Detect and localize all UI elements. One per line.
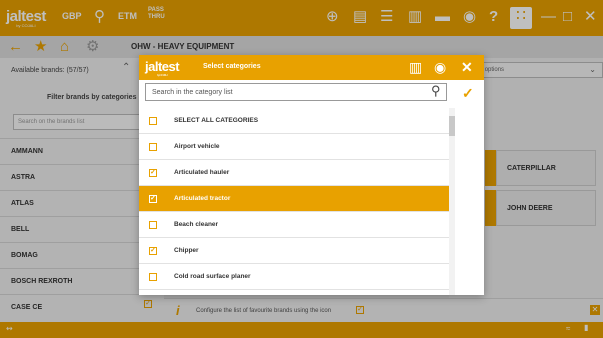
checkbox-icon[interactable] bbox=[149, 143, 157, 151]
checkbox-icon[interactable] bbox=[149, 117, 157, 125]
item-label: SELECT ALL CATEGORIES bbox=[174, 117, 259, 124]
scrollbar-thumb[interactable] bbox=[449, 116, 455, 136]
camera-icon[interactable]: ◉ bbox=[434, 58, 446, 76]
category-search-input[interactable]: Search in the category list bbox=[145, 83, 447, 101]
vci-icon[interactable]: ▥ bbox=[409, 58, 422, 76]
item-label: Cold road surface planer bbox=[174, 273, 251, 280]
item-label: Chipper bbox=[174, 247, 199, 254]
checkbox-checked-icon[interactable]: ✓ bbox=[149, 195, 157, 203]
item-label: Airport vehicle bbox=[174, 143, 220, 150]
confirm-check-icon[interactable]: ✓ bbox=[462, 85, 474, 102]
checkbox-checked-icon[interactable]: ✓ bbox=[149, 247, 157, 255]
category-item[interactable]: Cold road surface planer bbox=[139, 264, 449, 290]
dialog-title: Select categories bbox=[203, 63, 261, 70]
checkbox-icon[interactable] bbox=[149, 273, 157, 281]
dialog-header: jaltest by COJALI Select categories ▥ ◉ ✕ bbox=[139, 55, 484, 80]
select-all-item[interactable]: SELECT ALL CATEGORIES bbox=[139, 108, 449, 134]
category-item[interactable]: Airport vehicle bbox=[139, 134, 449, 160]
list-scrollbar[interactable] bbox=[449, 108, 455, 295]
category-item[interactable]: ✓ Articulated hauler bbox=[139, 160, 449, 186]
category-item[interactable]: ✓ Articulated tractor bbox=[139, 186, 449, 212]
checkbox-checked-icon[interactable]: ✓ bbox=[149, 169, 157, 177]
checkbox-icon[interactable] bbox=[149, 221, 157, 229]
select-categories-dialog: jaltest by COJALI Select categories ▥ ◉ ✕… bbox=[139, 55, 484, 295]
item-label: Articulated tractor bbox=[174, 195, 231, 202]
close-dialog-icon[interactable]: ✕ bbox=[461, 58, 473, 76]
item-label: Articulated hauler bbox=[174, 169, 230, 176]
category-list: SELECT ALL CATEGORIES Airport vehicle ✓ … bbox=[139, 108, 451, 295]
category-item[interactable]: Beach cleaner bbox=[139, 212, 449, 238]
item-label: Beach cleaner bbox=[174, 221, 219, 228]
search-icon[interactable]: ⚲ bbox=[431, 83, 441, 99]
jaltest-logo: jaltest by COJALI bbox=[145, 59, 180, 77]
category-item[interactable]: ✓ Chipper bbox=[139, 238, 449, 264]
